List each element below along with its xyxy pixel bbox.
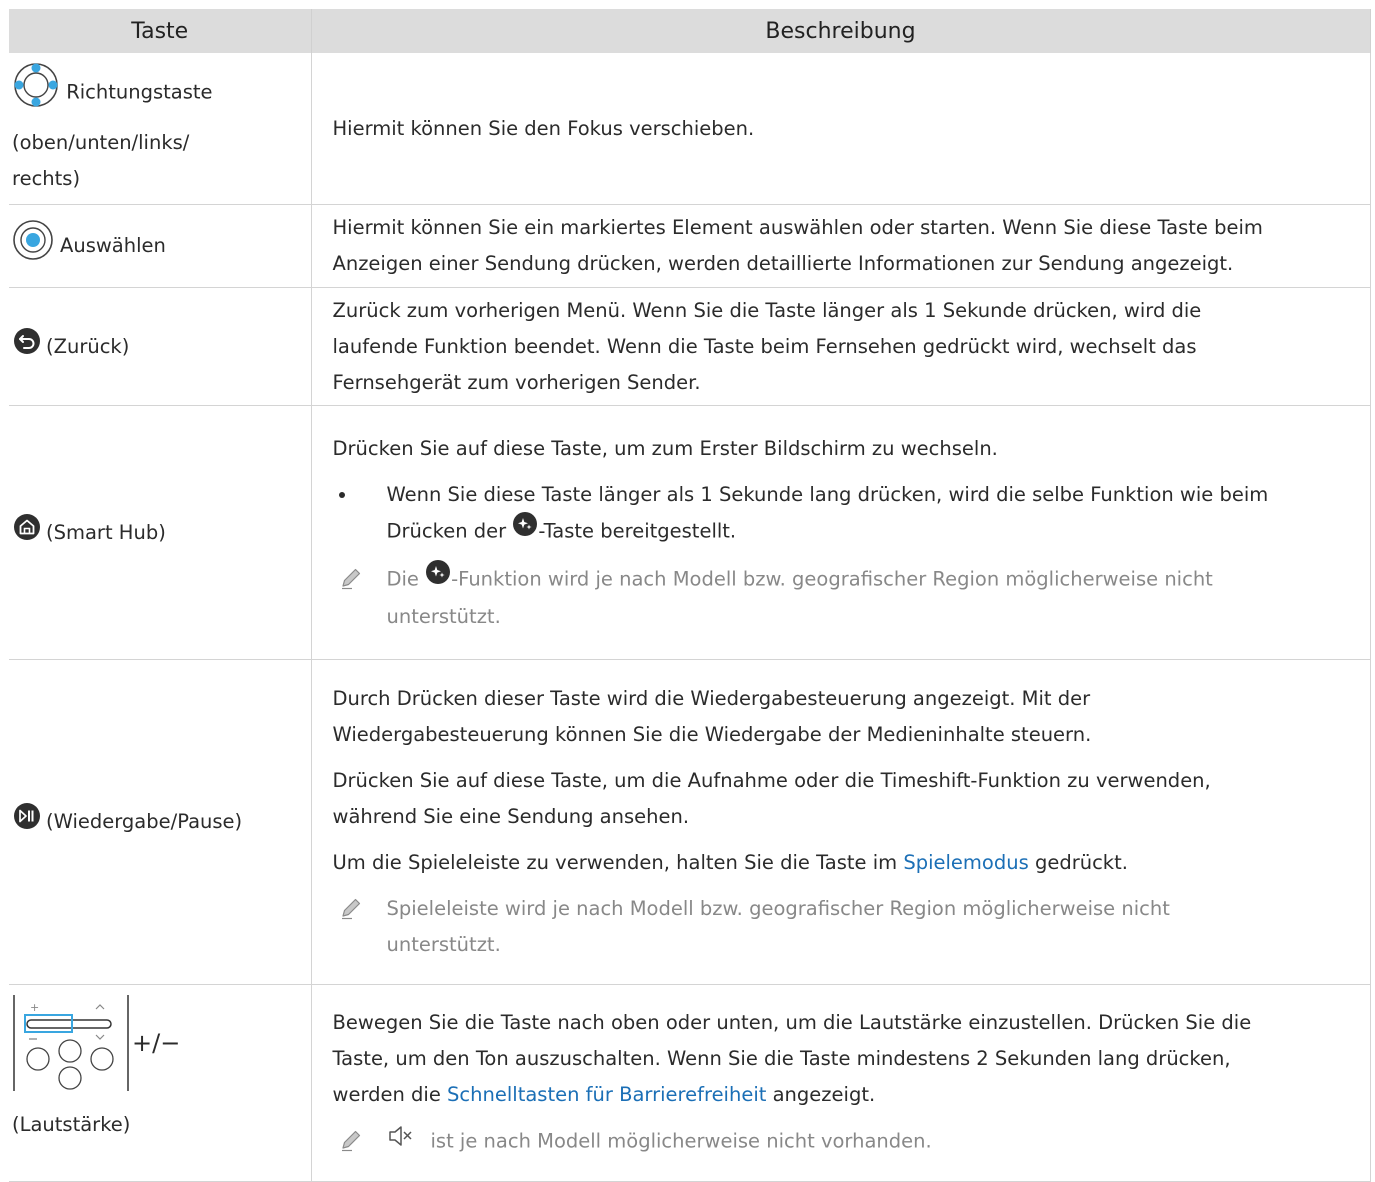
note-text: unterstützt. xyxy=(386,933,501,956)
note-text: unterstützt. xyxy=(386,604,501,628)
description-text: Durch Drücken dieser Taste wird die Wied… xyxy=(332,687,1091,710)
note-item: Spieleleiste wird je nach Modell bzw. ge… xyxy=(333,891,1356,963)
bullet-item: Wenn Sie diese Taste länger als 1 Sekund… xyxy=(333,477,1356,551)
back-arrow-icon xyxy=(12,326,42,368)
table-row: (Zurück) Zurück zum vorherigen Menü. Wen… xyxy=(9,287,1371,406)
bullet-text: Wenn Sie diese Taste länger als 1 Sekund… xyxy=(386,482,1269,506)
description-text: Drücken Sie auf diese Taste, um zum Erst… xyxy=(332,436,998,460)
svg-text:+: + xyxy=(30,1001,39,1014)
play-pause-icon xyxy=(12,801,42,843)
table-row: + +/− (Lautstärke) Bewegen Sie die Taste… xyxy=(9,984,1371,1182)
key-label: rechts) xyxy=(12,166,81,190)
description-text: Taste, um den Ton auszuschalten. Wenn Si… xyxy=(332,1047,1231,1070)
mute-speaker-icon xyxy=(387,1123,431,1161)
key-label: (Wiedergabe/Pause) xyxy=(46,810,243,833)
directional-pad-icon xyxy=(12,61,60,125)
description-text: laufende Funktion beendet. Wenn die Tast… xyxy=(332,334,1197,358)
note-text: Spieleleiste wird je nach Modell bzw. ge… xyxy=(386,897,1170,920)
key-label: (Zurück) xyxy=(46,334,130,358)
key-symbol: +/− xyxy=(132,1029,181,1057)
pencil-note-icon xyxy=(339,893,363,933)
table-row: Auswählen Hiermit können Sie ein markier… xyxy=(9,204,1371,288)
note-item: ist je nach Modell möglicherweise nicht … xyxy=(333,1123,1356,1161)
key-label: (oben/unten/links/ xyxy=(12,130,190,154)
description-text: angezeigt. xyxy=(766,1083,876,1106)
description-text: Bewegen Sie die Taste nach oben oder unt… xyxy=(332,1011,1252,1034)
description-cell: Bewegen Sie die Taste nach oben oder unt… xyxy=(311,984,1371,1182)
description-text: Anzeigen einer Sendung drücken, werden d… xyxy=(332,252,1234,275)
note-item: Die -Funktion wird je nach Modell bzw. g… xyxy=(333,559,1356,635)
home-icon xyxy=(12,512,42,554)
note-text: ist je nach Modell möglicherweise nicht … xyxy=(430,1129,932,1153)
note-text: -Funktion wird je nach Modell bzw. geogr… xyxy=(451,567,1213,590)
ai-feature-icon xyxy=(425,559,451,597)
header-key: Taste xyxy=(9,9,312,53)
description-text: während Sie eine Sendung ansehen. xyxy=(332,805,690,828)
pencil-note-icon xyxy=(339,1125,363,1165)
description-text: Um die Spieleleiste zu verwenden, halten… xyxy=(332,851,904,874)
key-cell: (Wiedergabe/Pause) xyxy=(9,659,312,985)
key-label: (Lautstärke) xyxy=(12,1113,131,1136)
bullet-text: Drücken der xyxy=(386,519,513,542)
description-text: Drücken Sie auf diese Taste, um die Aufn… xyxy=(332,769,1211,792)
bullet-dot xyxy=(338,491,345,498)
description-text: Wiedergabesteuerung können Sie die Wiede… xyxy=(332,723,1092,746)
description-text: Hiermit können Sie ein markiertes Elemen… xyxy=(332,216,1263,239)
remote-keys-table: Taste Beschreibung Richtungstaste (oben/… xyxy=(9,9,1371,1182)
description-cell: Hiermit können Sie den Fokus verschieben… xyxy=(311,53,1371,205)
table-row: Richtungstaste (oben/unten/links/ rechts… xyxy=(9,53,1371,205)
key-label: Richtungstaste xyxy=(66,80,213,103)
description-text: Zurück zum vorherigen Menü. Wenn Sie die… xyxy=(332,298,1202,322)
description-text: Fernsehgerät zum vorherigen Sender. xyxy=(332,370,701,394)
table-row: (Smart Hub) Drücken Sie auf diese Taste,… xyxy=(9,405,1371,660)
accessibility-shortcuts-link[interactable]: Schnelltasten für Barrierefreiheit xyxy=(447,1083,766,1106)
description-text: Hiermit können Sie den Fokus verschieben… xyxy=(332,116,755,140)
key-cell: (Smart Hub) xyxy=(9,405,312,660)
description-cell: Durch Drücken dieser Taste wird die Wied… xyxy=(311,659,1371,985)
description-cell: Hiermit können Sie ein markiertes Elemen… xyxy=(311,204,1371,288)
key-label: (Smart Hub) xyxy=(46,520,166,544)
volume-rocker-icon: + xyxy=(12,993,130,1105)
header-description: Beschreibung xyxy=(311,9,1371,53)
game-mode-link[interactable]: Spielemodus xyxy=(903,851,1028,874)
note-text: Die xyxy=(386,567,426,590)
description-cell: Zurück zum vorherigen Menü. Wenn Sie die… xyxy=(311,287,1371,406)
table-header-row: Taste Beschreibung xyxy=(9,9,1371,53)
key-cell: Richtungstaste (oben/unten/links/ rechts… xyxy=(9,53,312,205)
description-text: gedrückt. xyxy=(1028,851,1128,874)
table-row: (Wiedergabe/Pause) Durch Drücken dieser … xyxy=(9,659,1371,985)
description-cell: Drücken Sie auf diese Taste, um zum Erst… xyxy=(311,405,1371,660)
ai-feature-icon xyxy=(512,511,538,549)
key-label: Auswählen xyxy=(60,234,166,257)
description-text: werden die xyxy=(332,1083,448,1106)
key-cell: + +/− (Lautstärke) xyxy=(9,984,312,1182)
bullet-text: -Taste bereitgestellt. xyxy=(538,519,737,542)
key-cell: Auswählen xyxy=(9,204,312,288)
key-cell: (Zurück) xyxy=(9,287,312,406)
select-button-icon xyxy=(12,219,54,273)
pencil-note-icon xyxy=(339,563,363,603)
